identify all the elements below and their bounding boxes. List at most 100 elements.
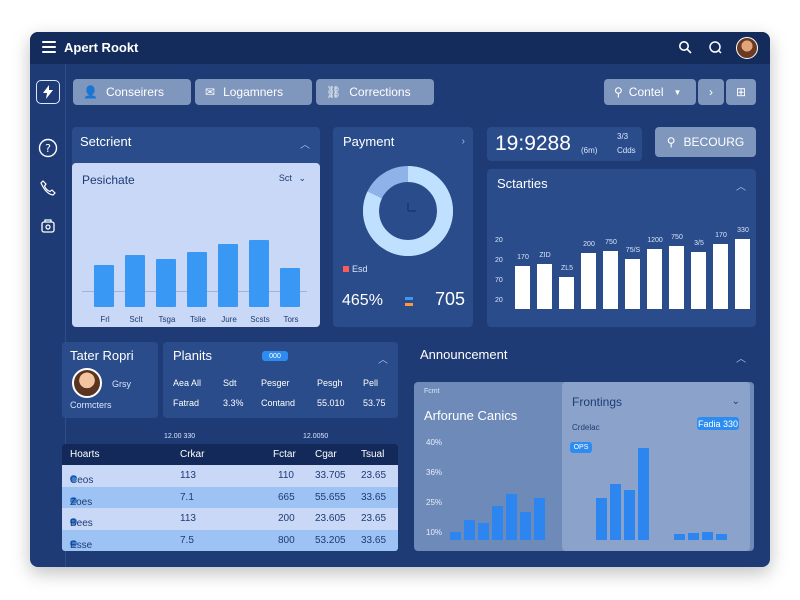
chart-bar (218, 244, 238, 307)
kpi-value: 19:9288 (495, 132, 571, 155)
x-tick-label: Tsga (158, 315, 176, 324)
table-cell: 23.605 (315, 513, 346, 524)
table-row[interactable]: Zoes 7.1 665 55.655 33.65 (62, 486, 398, 509)
chevron-up-icon[interactable]: ︿ (300, 136, 310, 151)
table-header[interactable]: Tsual (361, 449, 384, 460)
chip-corrections[interactable]: ⛓ Corrections (316, 79, 434, 105)
card-select[interactable]: Sct ⌄ (279, 173, 306, 184)
chart-bar (713, 244, 728, 309)
user-icon: 👤 (83, 85, 98, 99)
hamburger-menu-icon[interactable] (42, 41, 56, 53)
y-tick-label: 36% (426, 468, 443, 477)
teller-avatar[interactable] (72, 368, 102, 398)
notification-icon[interactable] (708, 40, 722, 57)
table-header-row: Hoarts Crkar Fctar Cgar Tsual (62, 444, 398, 465)
chart-bar (610, 484, 621, 540)
plans-cell: Sdt (223, 378, 237, 388)
table-header[interactable]: Cgar (315, 449, 337, 460)
table-header[interactable]: Hoarts (70, 449, 99, 460)
help-icon[interactable]: ? (36, 136, 60, 160)
top-bar: Apert Rookt (30, 32, 770, 64)
bar-value-label: 170 (715, 232, 727, 239)
kpi-sub2: 3/3 (617, 132, 629, 141)
chart-bar (280, 268, 300, 307)
table-row[interactable]: Esse 7.5 800 53.205 33.65 (62, 529, 398, 551)
next-button[interactable]: › (698, 79, 724, 105)
legend-swatch-orange (405, 303, 413, 306)
table-row[interactable]: Ceos 113 110 33.705 23.65 (62, 465, 398, 487)
table-header[interactable]: Crkar (180, 449, 204, 460)
y-tick-label: 20 (495, 297, 503, 304)
chevron-down-icon: ⌄ (298, 173, 306, 183)
chart-bar (596, 498, 607, 540)
panel-title: Announcement (420, 347, 508, 362)
payment-value: 705 (435, 289, 466, 309)
chevron-right-icon: › (709, 85, 713, 99)
frontings-button[interactable]: Fadia 330 (697, 417, 739, 430)
table-cell: 200 (278, 513, 295, 524)
data-table: Hoarts Crkar Fctar Cgar Tsual Ceos 113 110… (62, 444, 398, 551)
card-title: Arforune Canics (424, 408, 518, 423)
layout-button[interactable]: ⊞ (726, 79, 756, 105)
legend-label: Esd (352, 264, 368, 274)
chart-bar (625, 259, 640, 309)
row-label: Esse (70, 539, 93, 551)
control-dropdown[interactable]: ⚲ Contel ▼ (604, 79, 696, 105)
bar-value-label: 170 (517, 254, 529, 261)
plans-cell: 3.3% (223, 398, 244, 408)
search-icon[interactable] (678, 40, 692, 57)
sidebar: ? (30, 64, 66, 567)
table-header[interactable]: Fctar (273, 449, 296, 460)
table-caption-right: 12.0050 (303, 433, 329, 440)
chip-conseirers[interactable]: 👤 Conseirers (73, 79, 191, 105)
location-button[interactable]: ⚲ BECOURG (655, 127, 756, 157)
kpi-card: 19:9288 (6m) 3/3 Cdds (487, 127, 642, 161)
table-cell: 33.65 (361, 534, 387, 546)
chart-bar (603, 251, 618, 309)
kpi-sub1: (6m) (581, 146, 598, 155)
chart-bar (125, 255, 145, 307)
lightning-icon[interactable] (36, 80, 60, 104)
chevron-down-icon[interactable]: ⌄ (732, 396, 740, 407)
frontings-card: Frontings ⌄ Crdelac Fadia 330 OPS (562, 382, 750, 551)
chart-bar (492, 506, 503, 540)
badge-icon[interactable] (36, 214, 60, 238)
table-cell: 7.5 (180, 534, 194, 546)
frontings-pill[interactable]: OPS (570, 442, 592, 453)
y-tick-label: 20 (495, 237, 503, 244)
chart-bar (674, 534, 685, 540)
panel-title: Tater Ropri (70, 348, 134, 363)
bar-value-label: 200 (583, 241, 595, 248)
selection-card: Pesichate Sct ⌄ Frl Sclt Tsga Tslie Jure Scst… (72, 163, 320, 327)
chart-bar (520, 512, 531, 540)
chart-bar (669, 246, 684, 309)
row-label: Ceos (70, 475, 94, 486)
chart-bar (735, 239, 750, 309)
chart-bar (647, 249, 662, 309)
chevron-up-icon[interactable]: ︿ (736, 178, 746, 193)
chart-bar (187, 252, 207, 307)
chart-bar (249, 240, 269, 307)
table-row[interactable]: Bees 113 200 23.605 23.65 (62, 508, 398, 530)
phone-icon[interactable] (36, 176, 60, 200)
chevron-up-icon[interactable]: ︿ (378, 351, 388, 366)
y-tick-label: 40% (426, 438, 443, 447)
bar-value-label: 3/5 (694, 240, 704, 247)
chip-logamners[interactable]: ✉ Logamners (195, 79, 312, 105)
user-avatar[interactable] (736, 37, 758, 59)
x-tick-label: Frl (100, 315, 110, 324)
chevron-up-icon[interactable]: ︿ (736, 350, 746, 365)
x-tick-label: Sclt (129, 315, 143, 324)
chart-bar (515, 266, 530, 309)
table-cell: 113 (180, 470, 196, 481)
table-cell: 800 (278, 534, 295, 546)
y-tick-label: 25% (426, 498, 443, 507)
teller-panel: Tater Ropri Grsy Cormcters (62, 342, 158, 418)
chevron-icon[interactable]: › (462, 136, 465, 147)
chart-bar (94, 265, 114, 307)
y-tick-label: 20 (495, 257, 503, 264)
chart-bar (537, 264, 552, 309)
x-tick-label: Scsts (250, 315, 270, 324)
panel-title: Planits (173, 348, 213, 363)
app-title: Apert Rookt (64, 40, 139, 55)
